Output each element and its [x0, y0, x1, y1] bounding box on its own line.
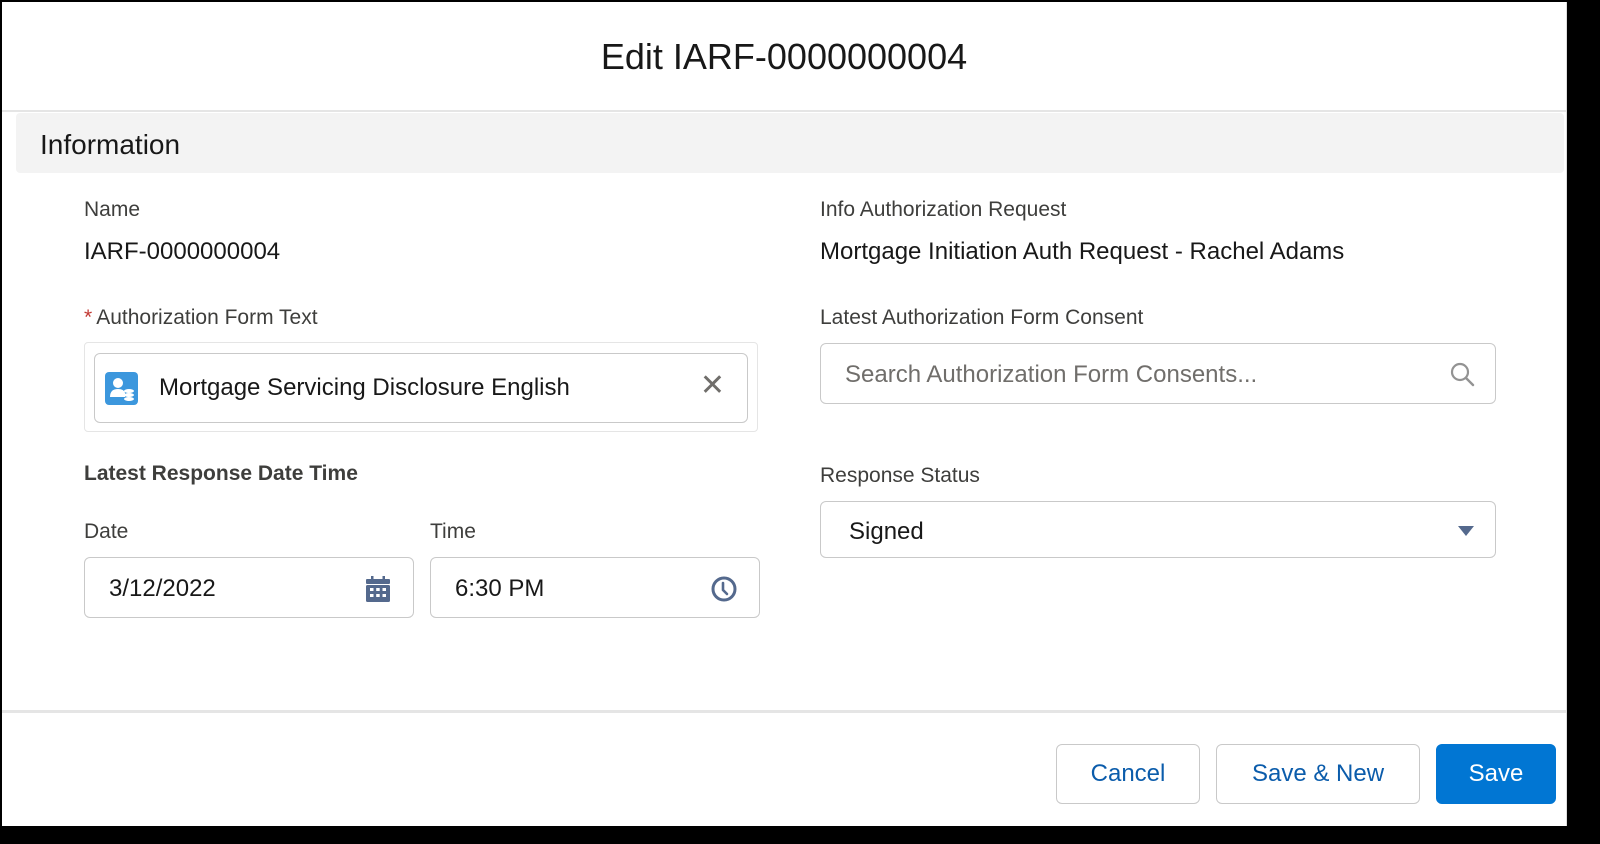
chevron-down-icon [1457, 524, 1475, 542]
clock-icon[interactable] [711, 576, 737, 607]
calendar-icon[interactable] [365, 575, 391, 608]
required-marker: * [84, 306, 93, 329]
authorization-form-text-icon [105, 372, 138, 405]
search-icon [1449, 361, 1475, 392]
latest-consent-placeholder: Search Authorization Form Consents... [845, 361, 1258, 388]
time-value: 6:30 PM [455, 575, 545, 602]
date-input[interactable]: 3/12/2022 [84, 557, 414, 618]
info-auth-request-label: Info Authorization Request [820, 198, 1067, 221]
cancel-button[interactable]: Cancel [1056, 744, 1200, 804]
date-label: Date [84, 520, 129, 543]
name-label: Name [84, 198, 141, 221]
save-button[interactable]: Save [1436, 744, 1556, 804]
header-divider [2, 110, 1566, 112]
edit-modal: Edit IARF-0000000004 Information Name IA… [2, 2, 1567, 826]
section-header-information[interactable]: Information [16, 113, 1564, 173]
latest-consent-label: Latest Authorization Form Consent [820, 306, 1144, 329]
auth-form-text-label: * Authorization Form Text [84, 306, 318, 330]
response-status-label: Response Status [820, 464, 980, 487]
auth-form-text-pill[interactable]: Mortgage Servicing Disclosure English ✕ [94, 353, 748, 423]
response-status-value: Signed [849, 518, 924, 545]
footer-divider [2, 710, 1566, 713]
section-title: Information [40, 129, 181, 160]
info-auth-request-value: Mortgage Initiation Auth Request - Rache… [820, 238, 1345, 265]
auth-form-text-label-text: Authorization Form Text [96, 306, 318, 329]
auth-form-text-value: Mortgage Servicing Disclosure English [159, 374, 570, 401]
date-value: 3/12/2022 [109, 575, 216, 602]
close-icon[interactable]: ✕ [700, 368, 725, 403]
time-input[interactable]: 6:30 PM [430, 557, 760, 618]
save-and-new-button[interactable]: Save & New [1216, 744, 1420, 804]
latest-consent-search-input[interactable]: Search Authorization Form Consents... [820, 343, 1496, 404]
response-status-select[interactable]: Signed [820, 501, 1496, 558]
time-label: Time [430, 520, 476, 543]
latest-response-datetime-label: Latest Response Date Time [84, 462, 358, 485]
name-value: IARF-0000000004 [84, 238, 281, 265]
modal-title: Edit IARF-0000000004 [600, 36, 968, 77]
